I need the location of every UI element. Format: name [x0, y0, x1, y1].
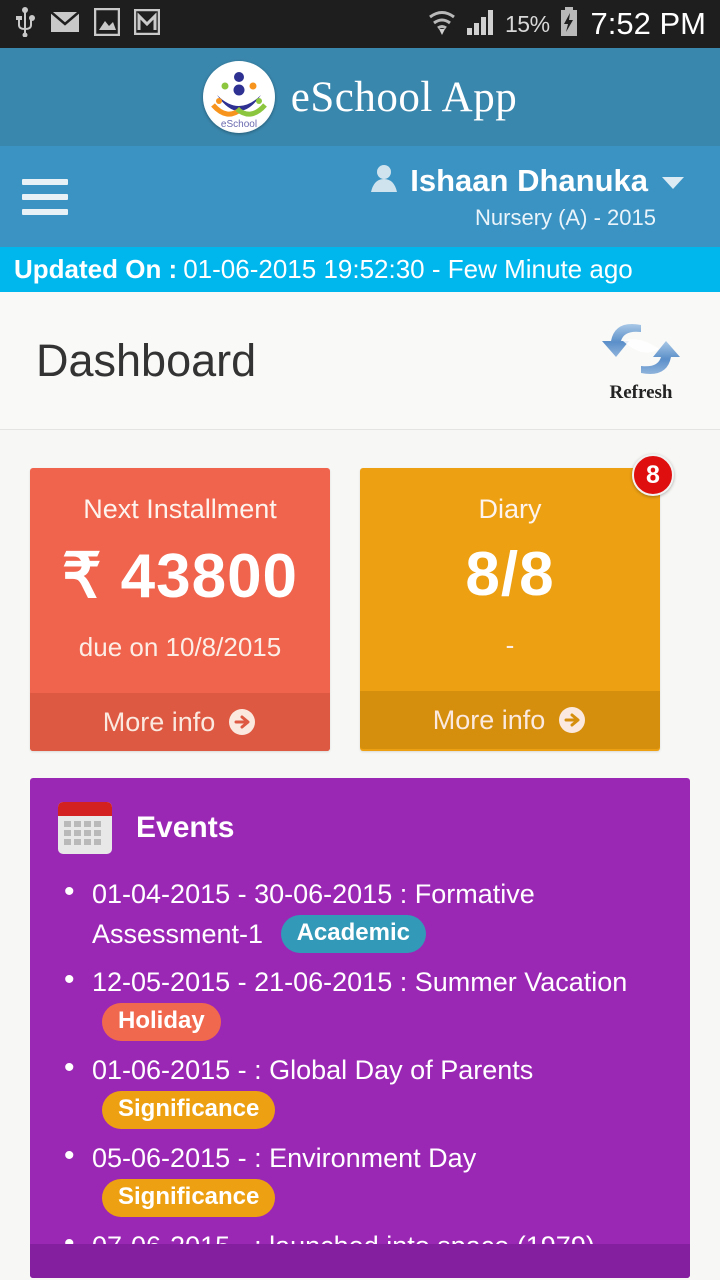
status-bar: 15% 7:52 PM [0, 0, 720, 48]
svg-text:eSchool: eSchool [221, 119, 257, 130]
updated-on-label: Updated On : [14, 254, 178, 284]
event-tag: Significance [102, 1091, 276, 1129]
card-value: ₹ 43800 [61, 542, 299, 611]
user-avatar-icon [368, 162, 400, 199]
status-bar-right-icons: 15% 7:52 PM [427, 6, 706, 42]
arrow-right-circle-icon [557, 705, 587, 735]
event-text: 05-06-2015 - : Environment Day [92, 1143, 477, 1173]
refresh-label: Refresh [609, 382, 673, 403]
card-body: Diary 8/8 - [360, 468, 660, 691]
hamburger-menu-icon[interactable] [22, 178, 68, 215]
arrow-right-circle-icon [227, 707, 257, 737]
list-item[interactable]: 01-06-2015 - : Global Day of Parents Sig… [56, 1048, 664, 1130]
events-header: Events [30, 800, 690, 856]
card-label: Diary [478, 494, 542, 524]
events-title: Events [136, 811, 235, 844]
chevron-down-icon[interactable] [662, 176, 684, 189]
card-body: Next Installment ₹ 43800 due on 10/8/201… [30, 468, 330, 693]
nav-bar: Ishaan Dhanuka Nursery (A) - 2015 [0, 146, 720, 247]
summary-cards: Next Installment ₹ 43800 due on 10/8/201… [0, 430, 720, 751]
photo-icon [93, 7, 121, 41]
card-subtitle: due on 10/8/2015 [78, 632, 282, 662]
page-title: Dashboard [36, 334, 257, 386]
event-text: 12-05-2015 - 21-06-2015 : Summer Vacatio… [92, 967, 628, 997]
events-card: Events 01-04-2015 - 30-06-2015 : Formati… [30, 778, 690, 1278]
user-menu[interactable]: Ishaan Dhanuka Nursery (A) - 2015 [368, 162, 698, 231]
status-bar-clock: 7:52 PM [590, 6, 706, 41]
card-label: Next Installment [83, 494, 277, 524]
event-tag: Significance [102, 1179, 276, 1217]
card-next-installment[interactable]: Next Installment ₹ 43800 due on 10/8/201… [30, 468, 330, 751]
app-title: eSchool App [290, 73, 518, 121]
card-value: 8/8 [465, 540, 555, 609]
events-list: 01-04-2015 - 30-06-2015 : Formative Asse… [30, 856, 690, 1278]
event-tag: Holiday [102, 1003, 221, 1041]
more-info-label: More info [432, 704, 546, 735]
battery-percent: 15% [505, 10, 550, 37]
more-info-label: More info [102, 706, 216, 737]
list-item[interactable]: 01-04-2015 - 30-06-2015 : Formative Asse… [56, 872, 664, 954]
status-bar-left-icons [14, 6, 161, 42]
list-item[interactable]: 05-06-2015 - : Environment Day Significa… [56, 1136, 664, 1218]
app-header: eSchool eSchool App [0, 48, 720, 146]
events-card-footer[interactable] [30, 1244, 690, 1278]
status-badge: 8 [632, 454, 674, 496]
eschool-logo-icon: eSchool [202, 61, 275, 133]
event-tag: Academic [280, 915, 426, 953]
mail-icon [50, 10, 80, 38]
list-item[interactable]: 12-05-2015 - 21-06-2015 : Summer Vacatio… [56, 960, 664, 1042]
wifi-icon [427, 7, 457, 42]
event-text: 01-06-2015 - : Global Day of Parents [92, 1055, 534, 1085]
updated-on-bar: Updated On : 01-06-2015 19:52:30 - Few M… [0, 247, 720, 292]
dashboard-header: Dashboard Refresh [0, 292, 720, 430]
user-class-label: Nursery (A) - 2015 [475, 205, 656, 230]
card-diary[interactable]: 8 Diary 8/8 - More info [360, 454, 674, 751]
updated-on-value: 01-06-2015 19:52:30 - Few Minute ago [183, 254, 633, 284]
card-subtitle: - [505, 630, 515, 660]
calendar-icon [56, 800, 114, 856]
refresh-button[interactable]: Refresh [598, 317, 684, 404]
signal-bars-icon [466, 8, 496, 41]
usb-icon [14, 6, 36, 42]
battery-charging-icon [559, 6, 579, 42]
gmail-icon [133, 8, 161, 40]
user-name: Ishaan Dhanuka [410, 162, 648, 198]
more-info-button[interactable]: More info [30, 693, 330, 751]
more-info-button[interactable]: More info [360, 691, 660, 749]
